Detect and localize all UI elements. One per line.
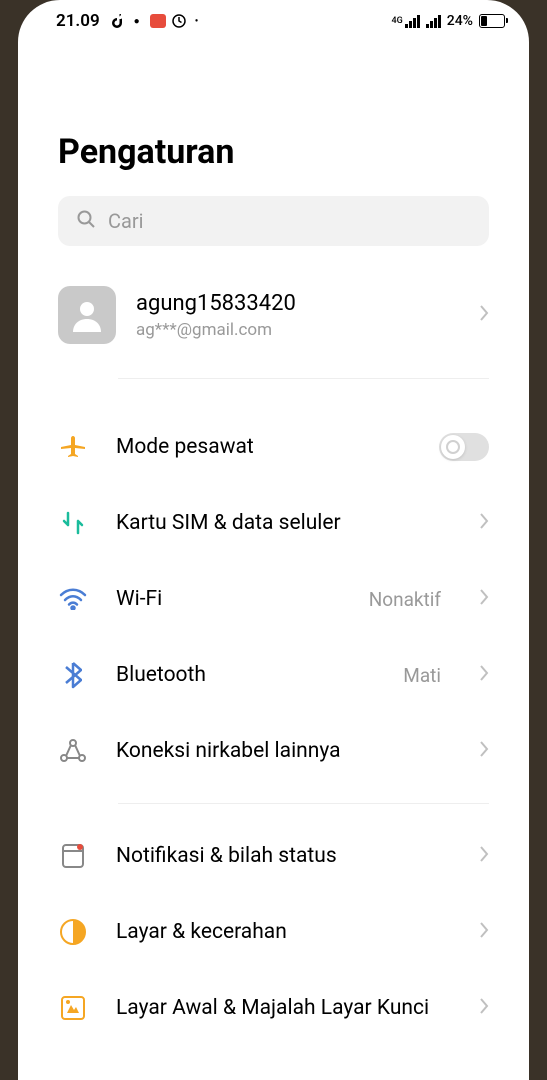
phone-frame: 21.09 ● • 4G 24% bbox=[18, 0, 529, 1080]
bluetooth-icon bbox=[58, 660, 88, 690]
setting-sim[interactable]: Kartu SIM & data seluler bbox=[58, 485, 489, 561]
brightness-icon bbox=[58, 917, 88, 947]
app-badge-icon bbox=[150, 14, 166, 28]
setting-label: Bluetooth bbox=[116, 663, 375, 687]
setting-label: Mode pesawat bbox=[116, 435, 411, 459]
battery-percent: 24% bbox=[447, 13, 473, 29]
setting-airplane-mode[interactable]: Mode pesawat bbox=[58, 409, 489, 485]
chevron-right-icon bbox=[479, 845, 489, 867]
lockscreen-icon bbox=[58, 993, 88, 1023]
setting-label: Layar Awal & Majalah Layar Kunci bbox=[116, 996, 451, 1020]
divider bbox=[118, 378, 489, 379]
search-placeholder: Cari bbox=[108, 209, 144, 233]
setting-wireless[interactable]: Koneksi nirkabel lainnya bbox=[58, 713, 489, 789]
signal-4g-label: 4G bbox=[392, 16, 403, 26]
signal-icon-1 bbox=[405, 14, 420, 28]
airplane-toggle[interactable] bbox=[439, 433, 489, 461]
account-name: agung15833420 bbox=[136, 291, 459, 316]
setting-lockscreen[interactable]: Layar Awal & Majalah Layar Kunci bbox=[58, 970, 489, 1046]
setting-value: Nonaktif bbox=[369, 588, 441, 611]
wifi-icon bbox=[58, 584, 88, 614]
setting-label: Koneksi nirkabel lainnya bbox=[116, 739, 451, 763]
account-email: ag***@gmail.com bbox=[136, 320, 459, 340]
settings-list: Mode pesawat Kartu SIM & data seluler bbox=[58, 389, 489, 1046]
setting-value: Mati bbox=[403, 664, 441, 687]
chevron-right-icon bbox=[479, 740, 489, 762]
dot-icon: • bbox=[195, 16, 199, 27]
setting-display[interactable]: Layar & kecerahan bbox=[58, 894, 489, 970]
section-divider bbox=[118, 803, 489, 804]
avatar bbox=[58, 286, 116, 344]
chevron-right-icon bbox=[479, 304, 489, 326]
setting-label: Kartu SIM & data seluler bbox=[116, 511, 451, 535]
account-row[interactable]: agung15833420 ag***@gmail.com bbox=[58, 246, 489, 378]
clock-icon bbox=[172, 14, 186, 28]
status-bar: 21.09 ● • 4G 24% bbox=[18, 0, 529, 42]
setting-label: Wi-Fi bbox=[116, 587, 341, 611]
chevron-right-icon bbox=[479, 512, 489, 534]
status-app-icons: ● • bbox=[110, 14, 199, 28]
chrome-icon: ● bbox=[130, 14, 144, 28]
setting-bluetooth[interactable]: Bluetooth Mati bbox=[58, 637, 489, 713]
chevron-right-icon bbox=[479, 664, 489, 686]
sim-icon bbox=[58, 508, 88, 538]
notifications-icon bbox=[58, 841, 88, 871]
page-title: Pengaturan bbox=[58, 132, 489, 172]
setting-notifications[interactable]: Notifikasi & bilah status bbox=[58, 818, 489, 894]
chevron-right-icon bbox=[479, 588, 489, 610]
signal-icon-2 bbox=[426, 14, 441, 28]
setting-wifi[interactable]: Wi-Fi Nonaktif bbox=[58, 561, 489, 637]
tiktok-icon bbox=[110, 14, 124, 28]
search-input[interactable]: Cari bbox=[58, 196, 489, 246]
wireless-icon bbox=[58, 736, 88, 766]
setting-label: Notifikasi & bilah status bbox=[116, 844, 451, 868]
chevron-right-icon bbox=[479, 997, 489, 1019]
status-bar-left: 21.09 ● • bbox=[56, 11, 198, 31]
airplane-icon bbox=[58, 432, 88, 462]
battery-icon bbox=[479, 14, 505, 28]
search-icon bbox=[76, 209, 96, 233]
status-time: 21.09 bbox=[56, 11, 100, 31]
chevron-right-icon bbox=[479, 921, 489, 943]
setting-label: Layar & kecerahan bbox=[116, 920, 451, 944]
status-bar-right: 4G 24% bbox=[392, 13, 505, 29]
